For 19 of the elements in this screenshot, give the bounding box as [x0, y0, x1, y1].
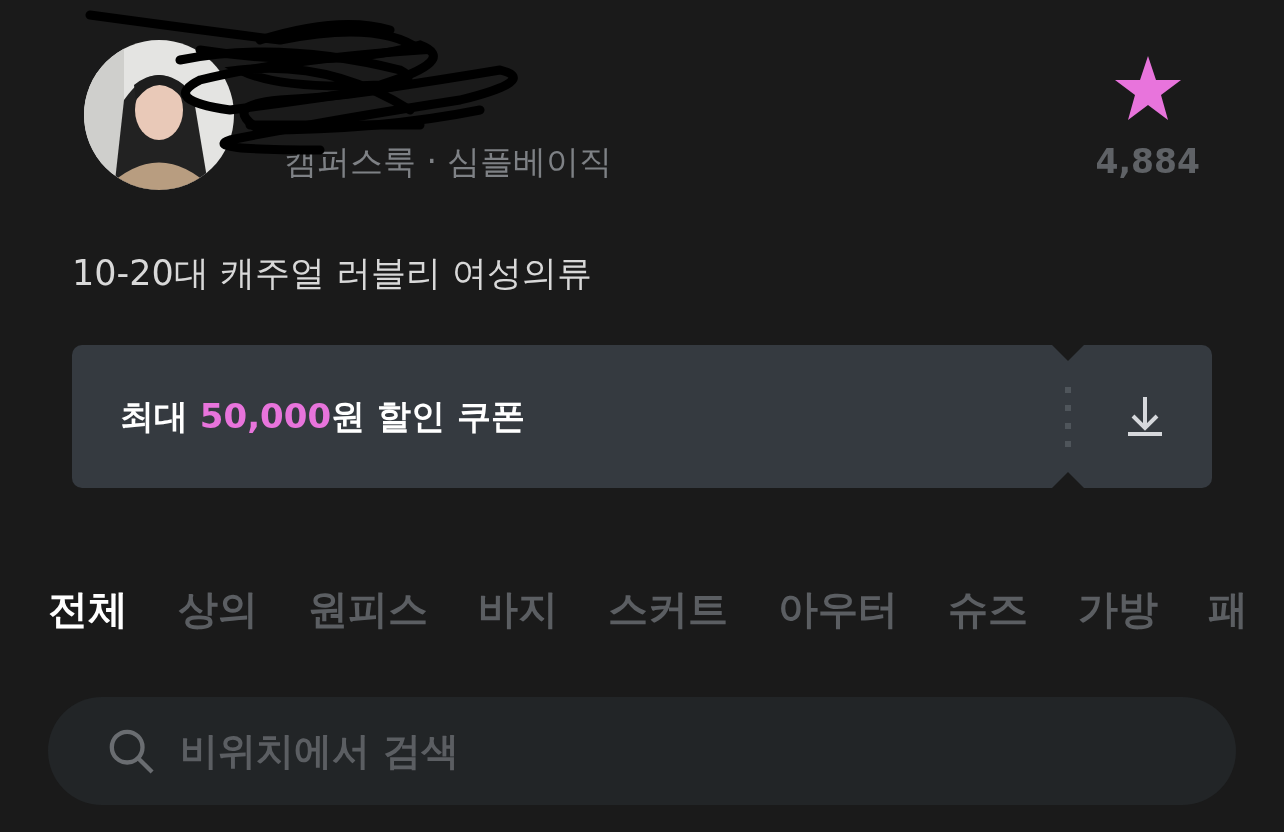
- category-tab[interactable]: 스커트: [608, 582, 728, 637]
- category-tab[interactable]: 바지: [478, 582, 558, 637]
- coupon-notch: [1052, 472, 1084, 488]
- category-tab[interactable]: 원피스: [308, 582, 428, 637]
- coupon-notch: [1052, 345, 1084, 361]
- shop-description: 10-20대 캐주얼 러블리 여성의류: [72, 252, 594, 295]
- category-tab[interactable]: 슈즈: [948, 582, 1028, 637]
- category-tab[interactable]: 전체: [48, 582, 128, 637]
- favorite-count: 4,884: [1095, 142, 1200, 181]
- coupon-card[interactable]: 최대 50,000원 할인 쿠폰: [72, 345, 1212, 488]
- search-field[interactable]: 비위치에서 검색: [48, 697, 1236, 805]
- download-button[interactable]: [1128, 396, 1162, 437]
- star-icon[interactable]: [1114, 56, 1181, 120]
- category-tab[interactable]: 아우터: [778, 582, 898, 637]
- search-icon: [108, 728, 154, 774]
- category-tab[interactable]: 패: [1208, 582, 1248, 637]
- coupon-text: 최대 50,000원 할인 쿠폰: [120, 394, 525, 438]
- category-tab[interactable]: 가방: [1078, 582, 1158, 637]
- category-tab[interactable]: 상의: [178, 582, 258, 637]
